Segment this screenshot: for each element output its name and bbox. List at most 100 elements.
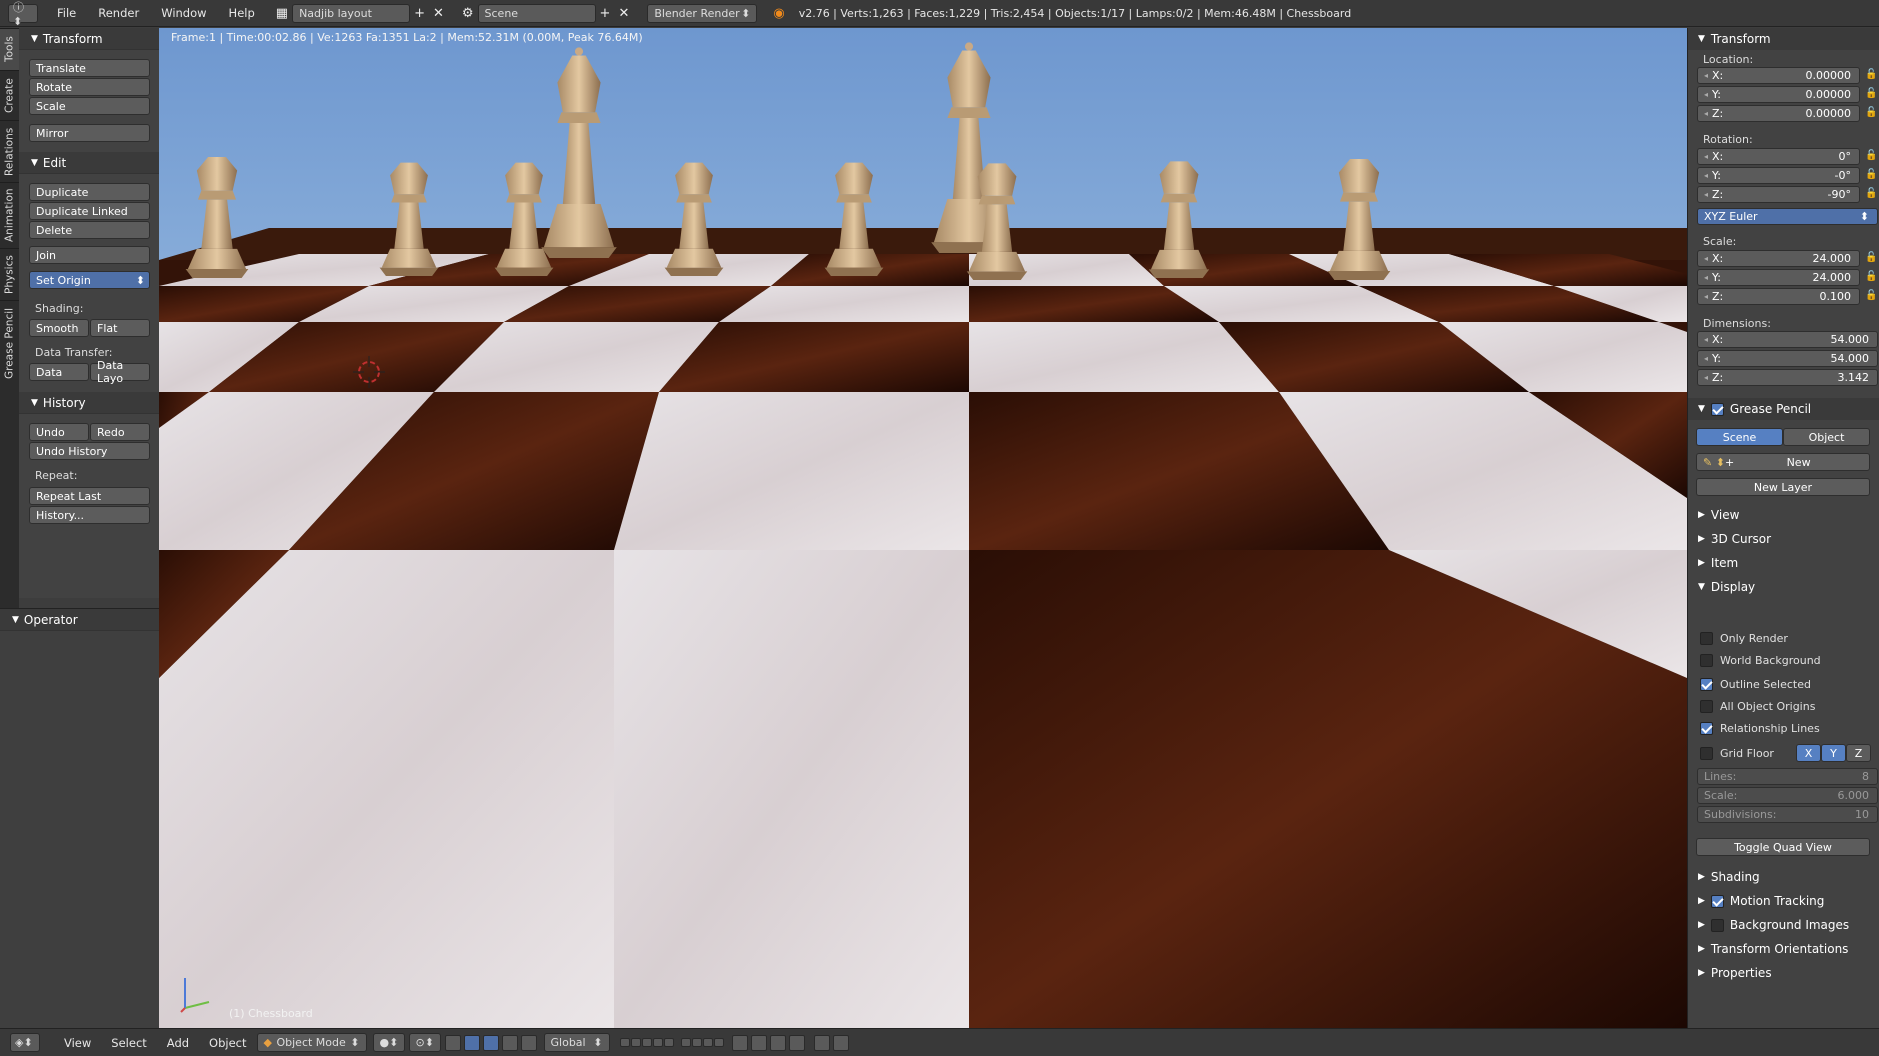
- duplicate-linked-button[interactable]: Duplicate Linked: [29, 202, 150, 220]
- scale-manipulator-icon[interactable]: [501, 1034, 518, 1051]
- new-layer-button[interactable]: New Layer: [1696, 478, 1870, 496]
- transform-panel-header[interactable]: ▼ Transform: [1688, 28, 1879, 50]
- grease-pencil-new-button[interactable]: ✎ ⬍ + New: [1696, 453, 1870, 471]
- tab-relations[interactable]: Relations: [0, 120, 19, 182]
- operator-panel-header[interactable]: ▼ Operator: [0, 609, 159, 631]
- layer-button[interactable]: [641, 1038, 652, 1047]
- rotation-y-field[interactable]: ◂ Y: -0°: [1697, 167, 1860, 184]
- editor-type-button[interactable]: ◈⬍: [10, 1033, 40, 1052]
- lock-icon[interactable]: 🔓: [1865, 252, 1878, 265]
- render-opengl-icon[interactable]: [813, 1034, 830, 1051]
- grid-axis-x-toggle[interactable]: X: [1796, 744, 1821, 762]
- rotation-mode-select[interactable]: XYZ Euler ⬍: [1697, 208, 1878, 225]
- motion-tracking-panel-header[interactable]: ▶ Motion Tracking: [1688, 890, 1879, 912]
- item-panel-header[interactable]: ▶ Item: [1688, 552, 1879, 574]
- layer-button[interactable]: [702, 1038, 713, 1047]
- flat-button[interactable]: Flat: [90, 319, 150, 337]
- render-animation-icon[interactable]: [832, 1034, 849, 1051]
- location-z-field[interactable]: ◂ Z: 0.00000: [1697, 105, 1860, 122]
- scene-icon[interactable]: ⚙: [458, 6, 478, 21]
- outline-selected-checkbox[interactable]: [1700, 678, 1713, 691]
- grease-pencil-panel-header[interactable]: ▼ Grease Pencil: [1688, 398, 1879, 420]
- rotate-manipulator-icon[interactable]: [482, 1034, 499, 1051]
- rotation-x-field[interactable]: ◂ X: 0°: [1697, 148, 1860, 165]
- tab-animation[interactable]: Animation: [0, 182, 19, 248]
- manipulator-extra-icon[interactable]: [520, 1034, 537, 1051]
- redo-button[interactable]: Redo: [90, 423, 150, 441]
- remove-layout-icon[interactable]: ✕: [429, 6, 448, 21]
- properties-panel-header[interactable]: ▶ Properties: [1688, 962, 1879, 984]
- snap-element-icon[interactable]: [769, 1034, 786, 1051]
- lock-icon[interactable]: 🔓: [1865, 69, 1878, 82]
- pivot-select[interactable]: ⊙⬍: [408, 1033, 441, 1052]
- grid-scale-field[interactable]: Scale: 6.000: [1697, 787, 1878, 804]
- lock-icon[interactable]: 🔓: [1865, 271, 1878, 284]
- grid-lines-field[interactable]: Lines: 8: [1697, 768, 1878, 785]
- layer-button[interactable]: [630, 1038, 641, 1047]
- grid-subdivisions-field[interactable]: Subdivisions: 10: [1697, 806, 1878, 823]
- relationship-lines-checkbox[interactable]: [1700, 722, 1713, 735]
- mode-select[interactable]: ◆ Object Mode ⬍: [256, 1033, 367, 1052]
- grease-pencil-object-button[interactable]: Object: [1783, 428, 1870, 446]
- motion-tracking-checkbox[interactable]: [1710, 894, 1724, 908]
- view-panel-header[interactable]: ▶ View: [1688, 504, 1879, 526]
- menu-file[interactable]: File: [46, 6, 87, 20]
- dimensions-x-field[interactable]: ◂ X: 54.000: [1697, 331, 1878, 348]
- history-panel-header[interactable]: ▼ History: [19, 392, 159, 414]
- proportional-edit-icon[interactable]: [731, 1034, 748, 1051]
- layer-button[interactable]: [619, 1038, 630, 1047]
- scale-y-field[interactable]: ◂ Y: 24.000: [1697, 269, 1860, 286]
- shading-panel-header[interactable]: ▶ Shading: [1688, 866, 1879, 888]
- remove-scene-icon[interactable]: ✕: [614, 6, 633, 21]
- dimensions-y-field[interactable]: ◂ Y: 54.000: [1697, 350, 1878, 367]
- edit-panel-header[interactable]: ▼ Edit: [19, 152, 159, 174]
- grid-axis-y-toggle[interactable]: Y: [1821, 744, 1846, 762]
- layer-button[interactable]: [652, 1038, 663, 1047]
- transform-panel-header[interactable]: ▼ Transform: [19, 28, 159, 50]
- add-scene-icon[interactable]: +: [596, 6, 615, 21]
- editor-type-button[interactable]: ⓘ ⬍: [8, 1, 38, 28]
- render-engine-select[interactable]: Blender Render ⬍: [647, 3, 758, 23]
- only-render-checkbox[interactable]: [1700, 632, 1713, 645]
- duplicate-button[interactable]: Duplicate: [29, 183, 150, 201]
- dimensions-z-field[interactable]: ◂ Z: 3.142: [1697, 369, 1878, 386]
- layout-icon[interactable]: ▦: [272, 6, 292, 21]
- grid-axis-z-toggle[interactable]: Z: [1846, 744, 1871, 762]
- lock-icon[interactable]: 🔓: [1865, 188, 1878, 201]
- tab-tools[interactable]: Tools: [0, 28, 19, 70]
- undo-button[interactable]: Undo: [29, 423, 89, 441]
- toggle-quad-view-button[interactable]: Toggle Quad View: [1696, 838, 1870, 856]
- smooth-button[interactable]: Smooth: [29, 319, 89, 337]
- lock-icon[interactable]: 🔓: [1865, 88, 1878, 101]
- join-button[interactable]: Join: [29, 246, 150, 264]
- world-background-checkbox[interactable]: [1700, 654, 1713, 667]
- background-images-panel-header[interactable]: ▶ Background Images: [1688, 914, 1879, 936]
- menu-view[interactable]: View: [54, 1036, 101, 1050]
- transform-orientations-panel-header[interactable]: ▶ Transform Orientations: [1688, 938, 1879, 960]
- layer-button[interactable]: [713, 1038, 724, 1047]
- location-y-field[interactable]: ◂ Y: 0.00000: [1697, 86, 1860, 103]
- menu-select[interactable]: Select: [101, 1036, 156, 1050]
- snap-icon[interactable]: [750, 1034, 767, 1051]
- snap-target-icon[interactable]: [788, 1034, 805, 1051]
- lock-icon[interactable]: 🔓: [1865, 290, 1878, 303]
- history-more-button[interactable]: History...: [29, 506, 150, 524]
- translate-manipulator-icon[interactable]: [463, 1034, 480, 1051]
- layer-button[interactable]: [691, 1038, 702, 1047]
- add-layout-icon[interactable]: +: [410, 6, 429, 21]
- viewport-shading-select[interactable]: ●⬍: [372, 1033, 405, 1052]
- manipulator-toggle-icon[interactable]: [444, 1034, 461, 1051]
- rotate-button[interactable]: Rotate: [29, 78, 150, 96]
- menu-object[interactable]: Object: [199, 1036, 256, 1050]
- mirror-button[interactable]: Mirror: [29, 124, 150, 142]
- tab-physics[interactable]: Physics: [0, 248, 19, 300]
- 3d-viewport[interactable]: Frame:1 | Time:00:02.86 | Ve:1263 Fa:135…: [159, 28, 1687, 1028]
- set-origin-select[interactable]: Set Origin ⬍: [29, 271, 150, 289]
- menu-window[interactable]: Window: [150, 6, 217, 20]
- scene-field[interactable]: Scene: [477, 3, 596, 23]
- data-button[interactable]: Data: [29, 363, 89, 381]
- location-x-field[interactable]: ◂ X: 0.00000: [1697, 67, 1860, 84]
- layer-button[interactable]: [663, 1038, 674, 1047]
- rotation-z-field[interactable]: ◂ Z: -90°: [1697, 186, 1860, 203]
- undo-history-button[interactable]: Undo History: [29, 442, 150, 460]
